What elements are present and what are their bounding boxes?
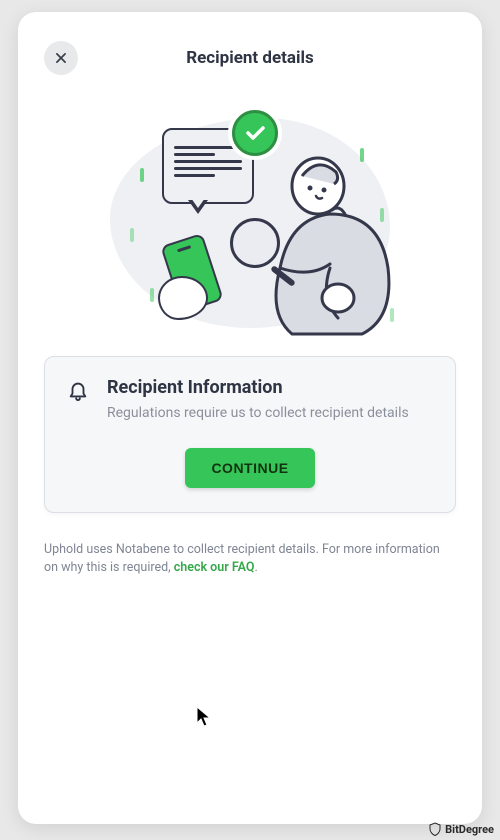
bell-icon xyxy=(67,379,91,405)
modal-header: Recipient details xyxy=(44,38,456,78)
speech-bubble-tail xyxy=(188,200,208,214)
continue-button[interactable]: CONTINUE xyxy=(185,448,314,488)
recipient-details-modal: Recipient details xyxy=(18,12,482,824)
watermark-label: BitDegree xyxy=(445,823,494,836)
watermark: BitDegree xyxy=(429,822,494,836)
magnifier-icon xyxy=(230,218,280,268)
info-heading: Recipient Information xyxy=(107,377,409,398)
accent-dash-icon xyxy=(150,288,154,302)
modal-title: Recipient details xyxy=(44,48,456,68)
footer-note: Uphold uses Notabene to collect recipien… xyxy=(44,541,456,579)
info-subtext: Regulations require us to collect recipi… xyxy=(107,404,409,424)
shield-icon xyxy=(429,822,441,836)
accent-dash-icon xyxy=(140,168,144,182)
info-row: Recipient Information Regulations requir… xyxy=(67,377,433,424)
footer-text-after: . xyxy=(254,560,257,575)
faq-link[interactable]: check our FAQ xyxy=(174,560,255,575)
accent-dash-icon xyxy=(130,228,134,242)
checkmark-badge-icon xyxy=(232,110,278,156)
close-button[interactable] xyxy=(44,41,78,75)
info-text-block: Recipient Information Regulations requir… xyxy=(107,377,409,424)
close-icon xyxy=(54,51,68,65)
recipient-illustration xyxy=(90,108,410,338)
recipient-info-card: Recipient Information Regulations requir… xyxy=(44,356,456,513)
